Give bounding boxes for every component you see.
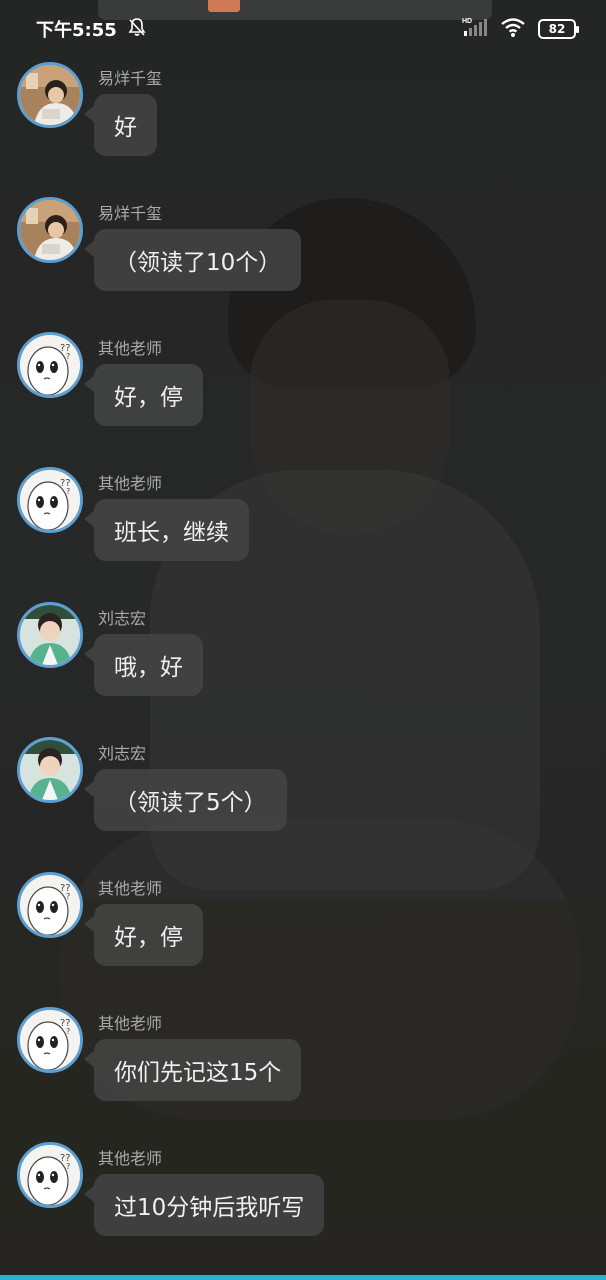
svg-text:?: ? [66, 352, 70, 361]
svg-text:?: ? [66, 487, 70, 496]
status-bar: 下午5:55 HD 82 [0, 0, 606, 58]
chat-message: 易烊千玺好 [0, 58, 606, 193]
sender-name: 刘志宏 [98, 744, 147, 763]
network-badge: HD [462, 18, 472, 25]
message-bubble[interactable]: 班长，继续 [84, 499, 249, 561]
battery-level: 82 [548, 22, 566, 36]
message-bubble[interactable]: 哦，好 [84, 634, 203, 696]
mute-bell-icon [127, 17, 147, 41]
avatar[interactable]: ??? [17, 467, 83, 533]
sender-name: 其他老师 [98, 1149, 163, 1168]
chat-message: 易烊千玺 （领读了10个） [0, 193, 606, 328]
message-bubble[interactable]: 你们先记这15个 [83, 1039, 302, 1101]
svg-text:?: ? [66, 1027, 70, 1036]
sender-name: 其他老师 [98, 474, 163, 493]
chat-message: 刘志宏哦，好 [0, 598, 606, 733]
wifi-icon [500, 16, 526, 42]
status-time: 下午5:55 [36, 20, 117, 41]
sender-name: 易烊千玺 [98, 204, 163, 223]
battery-icon: 82 [538, 19, 579, 39]
message-bubble[interactable]: 过10分钟后我听写 [83, 1174, 325, 1236]
chat-message: ??? 其他老师过10分钟后我听写 [0, 1138, 606, 1273]
signal-icon: HD [462, 16, 488, 42]
chat-message: ??? 其他老师你们先记这15个 [0, 1003, 606, 1138]
sender-name: 其他老师 [98, 879, 163, 898]
chat-message: 刘志宏 （领读了5个） [0, 733, 606, 868]
sender-name: 其他老师 [98, 1014, 163, 1033]
sender-name: 刘志宏 [98, 609, 147, 628]
avatar[interactable] [17, 602, 83, 668]
sender-name: 易烊千玺 [98, 69, 163, 88]
avatar[interactable] [17, 197, 83, 263]
avatar[interactable]: ??? [17, 872, 83, 938]
svg-text:?: ? [66, 1162, 70, 1171]
avatar[interactable]: ??? [17, 332, 83, 398]
avatar[interactable] [17, 62, 83, 128]
avatar[interactable]: ??? [17, 1007, 83, 1073]
message-bubble[interactable]: 好，停 [84, 904, 203, 966]
chat-list[interactable]: 易烊千玺好易烊千玺 （领读了10个）??? 其他老师 好，停??? 其他老师 班长，继续刘… [0, 58, 606, 1273]
message-bubble[interactable]: （领读了5个） [84, 769, 287, 831]
bottom-accent-bar [0, 1275, 606, 1280]
message-bubble[interactable]: 好，停 [84, 364, 203, 426]
chat-message: ??? 其他老师好，停 [0, 868, 606, 1003]
chat-message: ??? 其他老师好，停 [0, 328, 606, 463]
avatar[interactable] [17, 737, 83, 803]
message-bubble[interactable]: 好 [84, 94, 157, 156]
svg-text:?: ? [66, 892, 70, 901]
avatar[interactable]: ??? [17, 1142, 83, 1208]
chat-message: ??? 其他老师班长，继续 [0, 463, 606, 598]
message-bubble[interactable]: （领读了10个） [83, 229, 302, 291]
sender-name: 其他老师 [98, 339, 163, 358]
